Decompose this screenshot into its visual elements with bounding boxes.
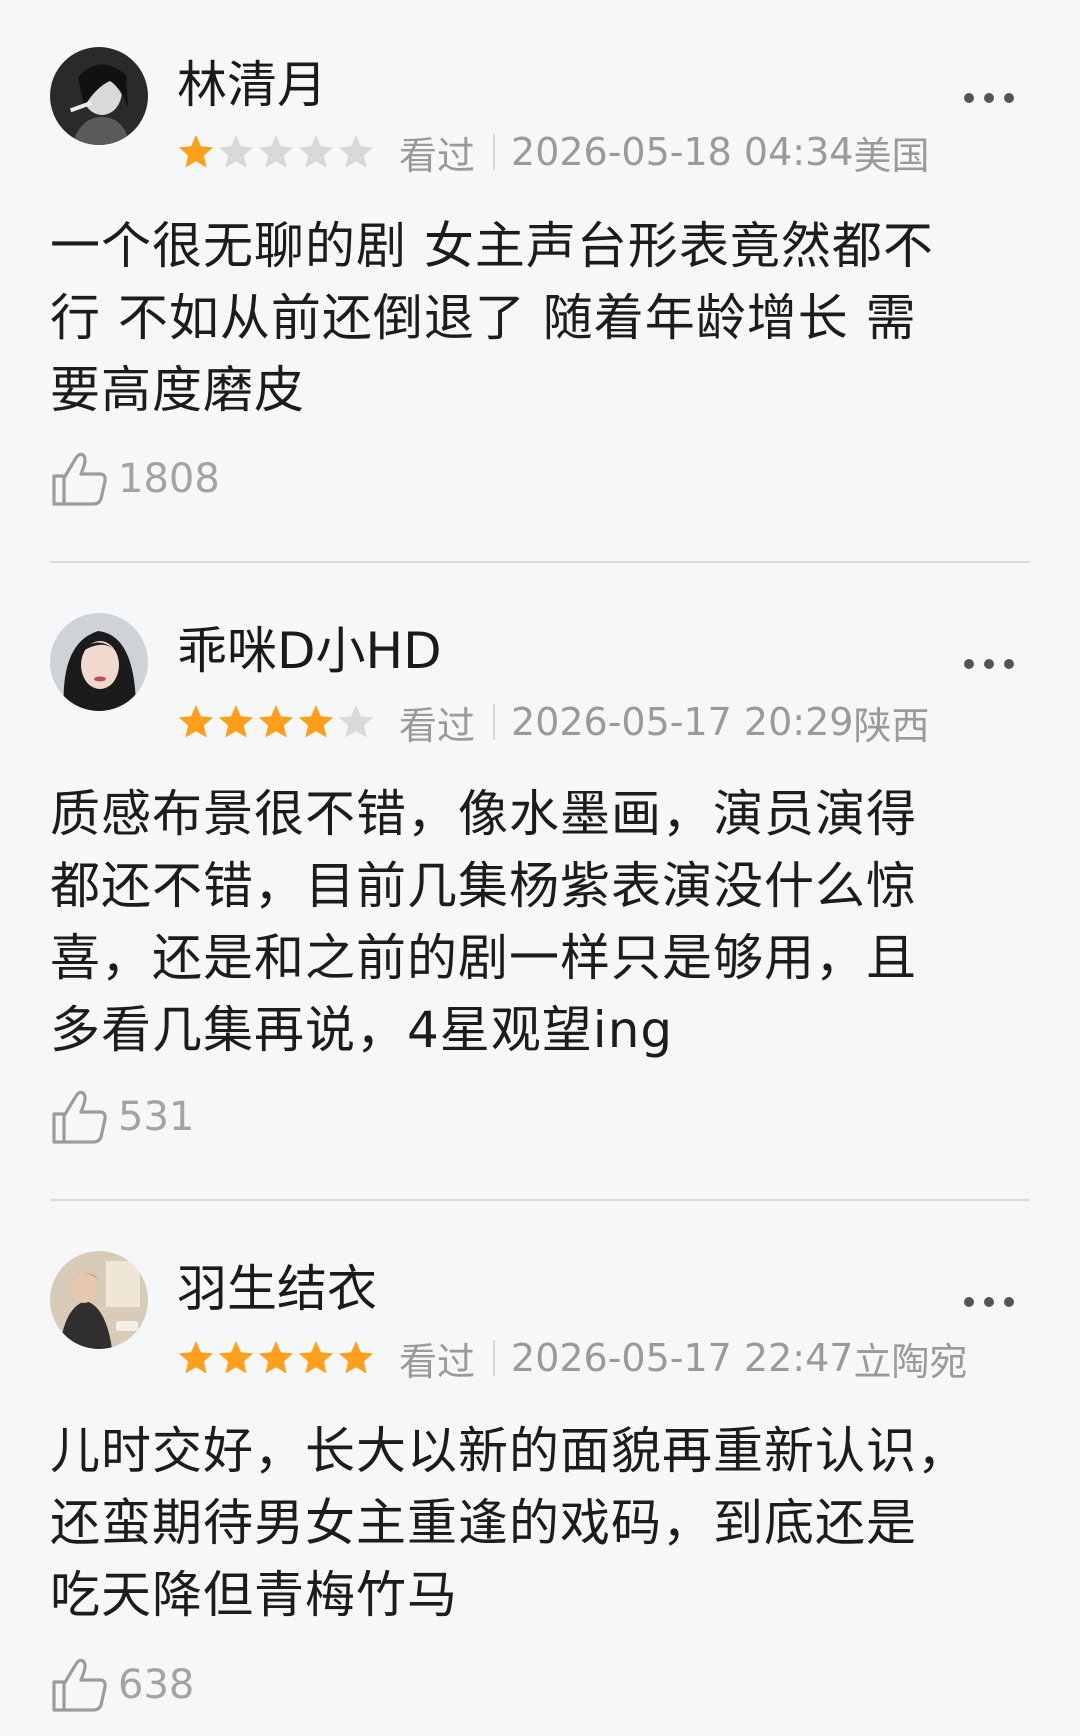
review-line: 儿时交好，长大以新的面貌再重新认识， [50, 1422, 968, 1480]
avatar[interactable] [50, 47, 148, 145]
star-icon [298, 135, 334, 168]
username[interactable]: 羽生结衣 [177, 1259, 377, 1319]
star-icon [218, 135, 254, 168]
review-line: 多看几集再说，4星观望ing [50, 1001, 674, 1059]
more-dots-icon[interactable] [964, 91, 1014, 105]
star-icon [178, 705, 214, 738]
divider [50, 1199, 1030, 1201]
thumbs-up-icon [52, 452, 107, 506]
review-text: 一个很无聊的剧 女主声台形表竟然都不 行 不如从前还倒退了 随着年龄增长 需 要… [50, 210, 1030, 426]
review-text: 质感布景很不错，像水墨画，演员演得 都还不错，目前几集杨紫表演没什么惊 喜，还是… [50, 778, 1030, 1066]
meta-divider [493, 1340, 496, 1376]
review-line: 喜，还是和之前的剧一样只是够用，且 [50, 929, 917, 987]
username[interactable]: 林清月 [177, 55, 327, 115]
like-button[interactable]: 638 [50, 1655, 194, 1715]
review-line: 还蛮期待男女主重逢的戏码，到底还是 [50, 1494, 917, 1552]
thumbs-up-icon [52, 1658, 107, 1712]
review-location: 陕西 [853, 703, 930, 748]
meta-divider [493, 704, 496, 740]
like-count: 531 [118, 1094, 195, 1140]
review-line: 吃天降但青梅竹马 [50, 1566, 458, 1624]
star-icon [258, 135, 294, 168]
review-datetime: 2026-05-17 22:47 [511, 1336, 854, 1380]
star-icon [218, 1341, 254, 1374]
star-icon [258, 705, 294, 738]
meta-divider [493, 134, 496, 170]
watched-status: 看过 [399, 1339, 476, 1384]
star-rating [177, 703, 375, 741]
like-button[interactable]: 531 [50, 1087, 194, 1147]
review-datetime: 2026-05-17 20:29 [511, 700, 854, 744]
review-text: 儿时交好，长大以新的面貌再重新认识， 还蛮期待男女主重逢的戏码，到底还是 吃天降… [50, 1415, 1030, 1631]
thumbs-up-icon [52, 1090, 107, 1144]
review-meta: 看过 2026-05-18 04:34 美国 [177, 130, 929, 178]
watched-status: 看过 [399, 703, 476, 748]
more-dots-icon[interactable] [964, 657, 1014, 671]
review-line: 行 不如从前还倒退了 随着年龄增长 需 [50, 289, 917, 347]
star-icon [178, 1341, 214, 1374]
star-icon [258, 1341, 294, 1374]
star-icon [218, 705, 254, 738]
like-button[interactable]: 1808 [50, 449, 220, 509]
review-meta: 看过 2026-05-17 22:47 立陶宛 [177, 1336, 967, 1384]
more-dots-icon[interactable] [964, 1295, 1014, 1309]
review-meta: 看过 2026-05-17 20:29 陕西 [177, 700, 929, 748]
star-rating [177, 133, 375, 171]
watched-status: 看过 [399, 133, 476, 178]
star-icon [338, 135, 374, 168]
star-icon [178, 135, 214, 168]
star-icon [338, 1341, 374, 1374]
avatar[interactable] [50, 1251, 148, 1349]
review-line: 质感布景很不错，像水墨画，演员演得 [50, 785, 917, 843]
review-line: 都还不错，目前几集杨紫表演没什么惊 [50, 857, 917, 915]
like-count: 638 [118, 1662, 195, 1708]
divider [50, 561, 1030, 563]
review-line: 要高度磨皮 [50, 361, 305, 419]
like-count: 1808 [118, 456, 220, 502]
review-location: 美国 [853, 133, 930, 178]
review-datetime: 2026-05-18 04:34 [511, 130, 854, 174]
username[interactable]: 乖咪D小HD [177, 621, 442, 681]
star-rating [177, 1339, 375, 1377]
star-icon [298, 705, 334, 738]
avatar[interactable] [50, 613, 148, 711]
review-line: 一个很无聊的剧 女主声台形表竟然都不 [50, 217, 934, 275]
star-icon [298, 1341, 334, 1374]
star-icon [338, 705, 374, 738]
review-location: 立陶宛 [853, 1339, 968, 1384]
